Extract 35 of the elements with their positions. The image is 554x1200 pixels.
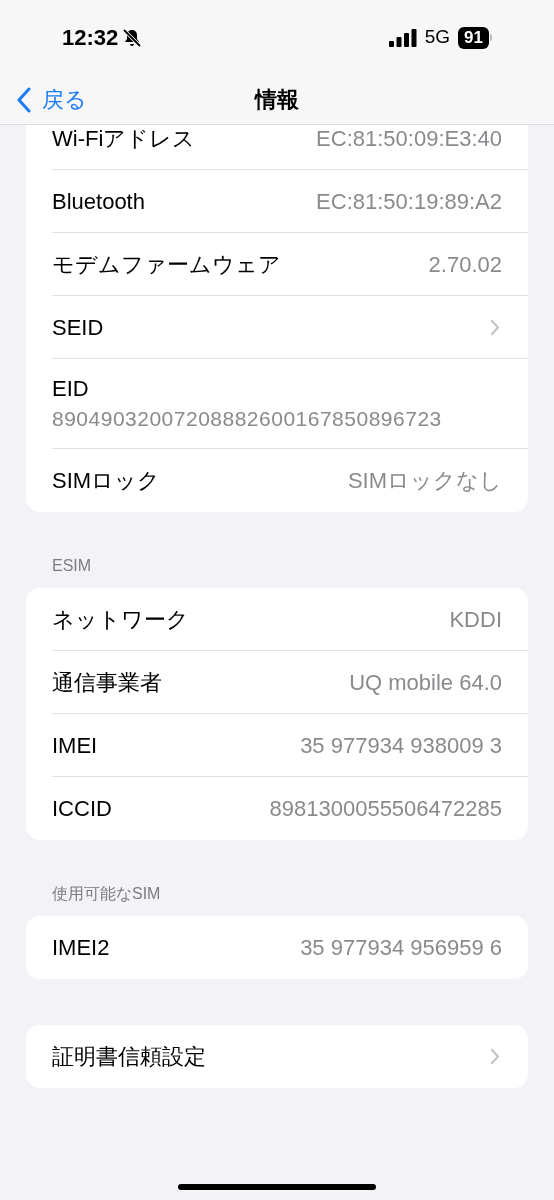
row-value: SIMロックなし xyxy=(347,467,502,495)
row-label: ICCID xyxy=(52,795,112,823)
row-value: 35 977934 938009 3 xyxy=(300,731,502,760)
row-value: KDDI xyxy=(449,605,502,634)
section-header: 使用可能なSIM xyxy=(52,884,162,904)
list-row[interactable]: SEID xyxy=(52,296,528,359)
row-label: 通信事業者 xyxy=(52,668,162,697)
network-label: 5G xyxy=(424,25,451,50)
row-label: Wi-Fiアドレス xyxy=(52,125,196,153)
row-value: EC:81:50:19:89:A2 xyxy=(316,187,502,216)
signal-icon xyxy=(388,28,417,47)
status-time: 12:32 xyxy=(62,24,119,52)
section-header: ESIM xyxy=(52,556,93,576)
row-label: ネットワーク xyxy=(52,605,189,634)
back-chevron-icon xyxy=(16,86,32,113)
row-label: SIMロック xyxy=(52,467,161,495)
row-label: SEID xyxy=(52,313,104,342)
back-button[interactable]: 戻る xyxy=(16,83,87,116)
row-value: UQ mobile 64.0 xyxy=(349,668,502,697)
row-value: EC:81:50:09:E3:40 xyxy=(316,125,502,153)
row-label: Bluetooth xyxy=(52,187,145,216)
row-label: IMEI2 xyxy=(52,934,110,962)
nav-title: 情報 xyxy=(255,86,299,114)
list-row[interactable]: 証明書信頼設定 xyxy=(52,1025,528,1088)
row-label: モデムファームウェア xyxy=(52,250,281,279)
row-label: EID xyxy=(52,374,90,403)
row-value: 35 977934 956959 6 xyxy=(300,934,502,962)
chevron-icon xyxy=(490,318,500,336)
row-value: 89049032007208882600167850896723 xyxy=(52,405,443,432)
row-label: IMEI xyxy=(52,731,98,760)
chevron-icon xyxy=(490,1048,500,1065)
row-label: 証明書信頼設定 xyxy=(52,1043,206,1071)
battery-level: 91 xyxy=(458,26,489,49)
row-value: 8981300055506472285 xyxy=(269,795,502,823)
row-value: 2.70.02 xyxy=(428,250,502,279)
